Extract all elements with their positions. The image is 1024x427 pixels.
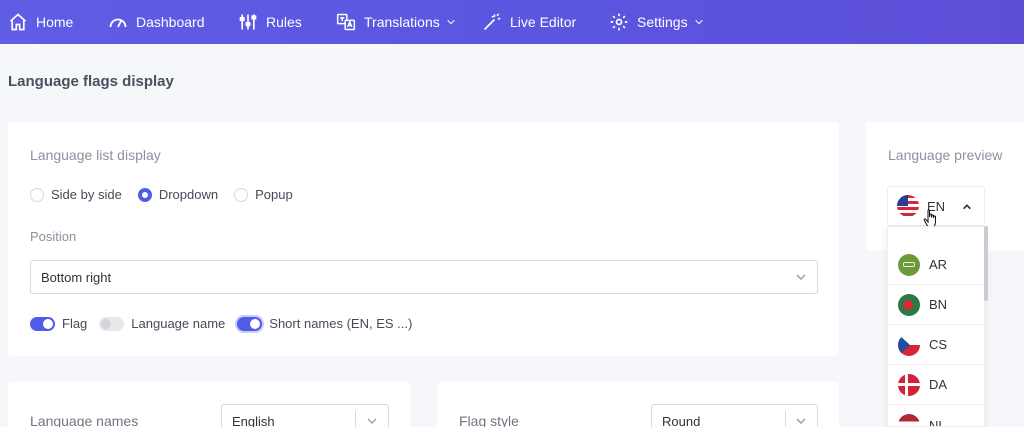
language-code: NL [929, 417, 946, 427]
chevron-up-icon [963, 204, 971, 210]
language-code: BN [929, 297, 948, 312]
language-code: CS [929, 337, 948, 352]
dropdown-scrollbar[interactable] [984, 226, 988, 301]
nav-translations[interactable]: Translations [336, 0, 456, 44]
position-select-value: Bottom right [41, 269, 112, 285]
chevron-down-icon [796, 274, 806, 281]
translate-icon [336, 13, 356, 31]
language-option-cs[interactable]: CS [888, 325, 984, 365]
nav-rules[interactable]: Rules [238, 0, 302, 44]
dk-flag-icon [898, 373, 920, 396]
language-names-label: Language names [30, 413, 139, 427]
language-names-select[interactable]: English [221, 404, 389, 427]
position-label: Position [30, 229, 77, 244]
language-code: DA [929, 377, 948, 392]
toggle-label: Short names (EN, ES ...) [269, 316, 413, 331]
language-option-ar[interactable]: AR [888, 245, 984, 285]
nav-rules-label: Rules [266, 14, 302, 30]
cz-flag-icon [898, 333, 920, 356]
radio-label: Popup [255, 187, 293, 202]
chevron-down-icon [446, 19, 455, 25]
nav-home[interactable]: Home [8, 0, 73, 44]
nav-dashboard[interactable]: Dashboard [108, 0, 205, 44]
gauge-icon [109, 18, 127, 28]
radio-dropdown[interactable] [137, 187, 152, 202]
language-names-value: English [232, 413, 275, 427]
language-name-toggle[interactable] [99, 316, 125, 331]
nav-live-editor-label: Live Editor [510, 14, 577, 30]
chevron-down-icon [694, 19, 703, 25]
toggle-label: Language name [131, 316, 226, 331]
nav-home-label: Home [36, 14, 74, 30]
chevron-down-icon [796, 418, 806, 425]
nav-settings[interactable]: Settings [609, 0, 704, 44]
nl-flag-icon [898, 414, 920, 426]
language-option-da[interactable]: DA [888, 365, 984, 405]
flag-toggle[interactable] [30, 316, 55, 331]
language-dropdown-list: AR BN CS DA NL [887, 226, 985, 427]
page-title: Language flags display [8, 73, 174, 90]
radio-popup[interactable] [234, 187, 249, 202]
magic-wand-icon [483, 13, 501, 31]
sa-flag-icon [898, 253, 920, 276]
language-code: AR [929, 257, 948, 272]
card-title: Language list display [30, 147, 161, 163]
display-mode-radio-group: Side by side Dropdown Popup [30, 187, 309, 202]
nav-translations-label: Translations [364, 14, 440, 30]
preview-title: Language preview [888, 147, 1003, 163]
flag-style-select[interactable]: Round [651, 404, 818, 427]
gear-icon [610, 13, 628, 31]
flag-style-label: Flag style [459, 413, 519, 427]
nav-settings-label: Settings [637, 14, 688, 30]
language-option-nl[interactable]: NL [888, 405, 984, 427]
home-icon [9, 13, 27, 31]
sliders-icon [239, 14, 257, 30]
nav-dashboard-label: Dashboard [136, 14, 205, 30]
language-switcher-button[interactable]: EN [887, 186, 985, 229]
radio-label: Dropdown [158, 187, 219, 202]
us-flag-icon [897, 195, 919, 217]
radio-side-by-side[interactable] [30, 187, 44, 202]
top-nav: Home Dashboard Rules Translations Live E… [0, 0, 1024, 44]
nav-live-editor[interactable]: Live Editor [482, 0, 576, 44]
toggle-label: Flag [62, 316, 88, 331]
chevron-down-icon [367, 418, 377, 425]
display-toggles: Flag Language name Short names (EN, ES .… [30, 316, 424, 331]
position-select[interactable]: Bottom right [30, 260, 818, 294]
flag-style-value: Round [662, 413, 701, 427]
short-names-toggle[interactable] [237, 316, 263, 331]
language-option-bn[interactable]: BN [888, 285, 984, 325]
radio-label: Side by side [51, 187, 122, 202]
bd-flag-icon [898, 293, 920, 316]
